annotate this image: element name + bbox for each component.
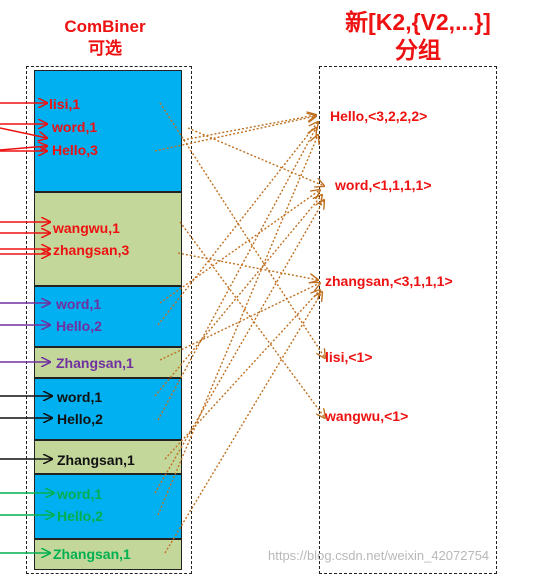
- group-item-word: word,<1,1,1,1>: [335, 177, 432, 193]
- mapping-arrow: [154, 200, 324, 494]
- combiner-item-wangwu: wangwu,1: [53, 220, 120, 236]
- mapping-arrow: [159, 190, 320, 304]
- combiner-item-zhangsan: zhangsan,3: [53, 242, 130, 258]
- input-arrow: [0, 146, 47, 150]
- mapping-arrow: [177, 252, 318, 280]
- mapping-arrow: [159, 102, 325, 358]
- combiner-item-word: word,1: [56, 296, 102, 312]
- group-item-zhangsan: zhangsan,<3,1,1,1>: [325, 273, 453, 289]
- mapping-arrow: [179, 221, 325, 418]
- combiner-item-zhangsan: Zhangsan,1: [53, 546, 131, 562]
- group-item-hello: Hello,<3,2,2,2>: [330, 108, 428, 124]
- mapping-arrow: [164, 292, 322, 554]
- mapping-arrow: [182, 115, 316, 141]
- group-item-wangwu: wangwu,<1>: [325, 408, 409, 424]
- mapping-arrow: [157, 122, 318, 326]
- combiner-item-hello: Hello,2: [56, 318, 102, 334]
- group-item-lisi: lisi,<1>: [325, 349, 373, 365]
- combiner-item-hello: Hello,3: [52, 142, 98, 158]
- combiner-item-word: word,1: [57, 486, 103, 502]
- input-arrow: [0, 127, 47, 138]
- mapping-arrow: [157, 128, 316, 421]
- mapping-arrow: [157, 135, 318, 516]
- combiner-item-zhangsan: Zhangsan,1: [57, 452, 135, 468]
- combiner-item-lisi: lisi,1: [49, 96, 81, 112]
- combiner-item-hello: Hello,2: [57, 508, 103, 524]
- combiner-item-word: word,1: [52, 119, 98, 135]
- combiner-item-zhangsan: Zhangsan,1: [56, 355, 134, 371]
- combiner-item-hello: Hello,2: [57, 411, 103, 427]
- combiner-item-word: word,1: [57, 389, 103, 405]
- watermark-url: https://blog.csdn.net/weixin_42072754: [268, 548, 490, 563]
